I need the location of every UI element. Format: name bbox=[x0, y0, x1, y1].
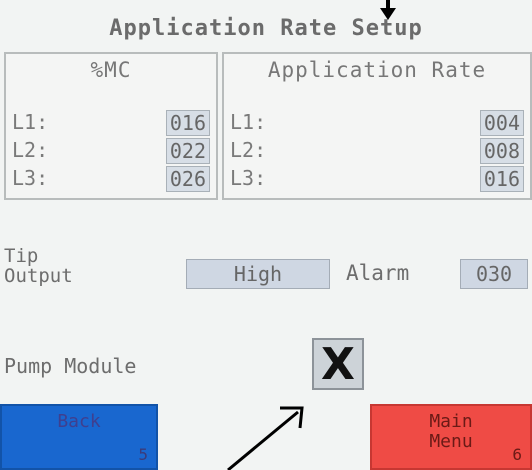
checkmark-x-icon: X bbox=[321, 338, 355, 390]
tip-output-label: Tip Output bbox=[4, 245, 73, 287]
rate-row-l2: L2: 008 bbox=[230, 138, 524, 164]
main-menu-button-label: Main Menu bbox=[429, 411, 473, 452]
rate-row-label: L3: bbox=[230, 166, 267, 190]
pump-module-checkbox[interactable]: X bbox=[312, 338, 364, 390]
back-button[interactable]: Back 5 bbox=[0, 404, 158, 470]
rate-l3-field[interactable]: 016 bbox=[479, 166, 524, 192]
rate-row-label: L2: bbox=[230, 138, 267, 162]
mc-row-l2: L2: 022 bbox=[12, 138, 210, 164]
page-title: Application Rate Setup bbox=[109, 16, 423, 41]
mc-row-label: L1: bbox=[12, 110, 49, 134]
mc-l3-field[interactable]: 026 bbox=[165, 166, 210, 192]
pump-module-label: Pump Module bbox=[4, 354, 137, 378]
main-menu-button-key: 6 bbox=[512, 445, 522, 464]
alarm-label: Alarm bbox=[346, 261, 410, 285]
annotation-arrow-up-right-icon bbox=[227, 406, 304, 470]
mc-row-label: L3: bbox=[12, 166, 49, 190]
mc-panel-header: %MC bbox=[90, 58, 132, 82]
mc-l2-field[interactable]: 022 bbox=[165, 138, 210, 164]
tip-output-field[interactable]: High bbox=[186, 259, 330, 289]
rate-row-label: L1: bbox=[230, 110, 267, 134]
main-menu-button[interactable]: Main Menu 6 bbox=[370, 404, 532, 470]
mc-row-l3: L3: 026 bbox=[12, 166, 210, 192]
application-rate-panel: Application Rate L1: 004 L2: 008 L3: 016 bbox=[222, 52, 532, 200]
rate-row-l1: L1: 004 bbox=[230, 110, 524, 136]
rate-panel-header: Application Rate bbox=[267, 58, 487, 82]
back-button-label: Back bbox=[57, 411, 101, 432]
mc-row-label: L2: bbox=[12, 138, 49, 162]
rate-l1-field[interactable]: 004 bbox=[479, 110, 524, 136]
back-button-key: 5 bbox=[138, 445, 148, 464]
application-rate-setup-screen: Application Rate Setup %MC L1: 016 L2: 0… bbox=[0, 0, 532, 470]
rate-row-l3: L3: 016 bbox=[230, 166, 524, 192]
mc-l1-field[interactable]: 016 bbox=[165, 110, 210, 136]
mc-row-l1: L1: 016 bbox=[12, 110, 210, 136]
alarm-field[interactable]: 030 bbox=[460, 259, 528, 289]
rate-l2-field[interactable]: 008 bbox=[479, 138, 524, 164]
mc-panel: %MC L1: 016 L2: 022 L3: 026 bbox=[4, 52, 218, 200]
